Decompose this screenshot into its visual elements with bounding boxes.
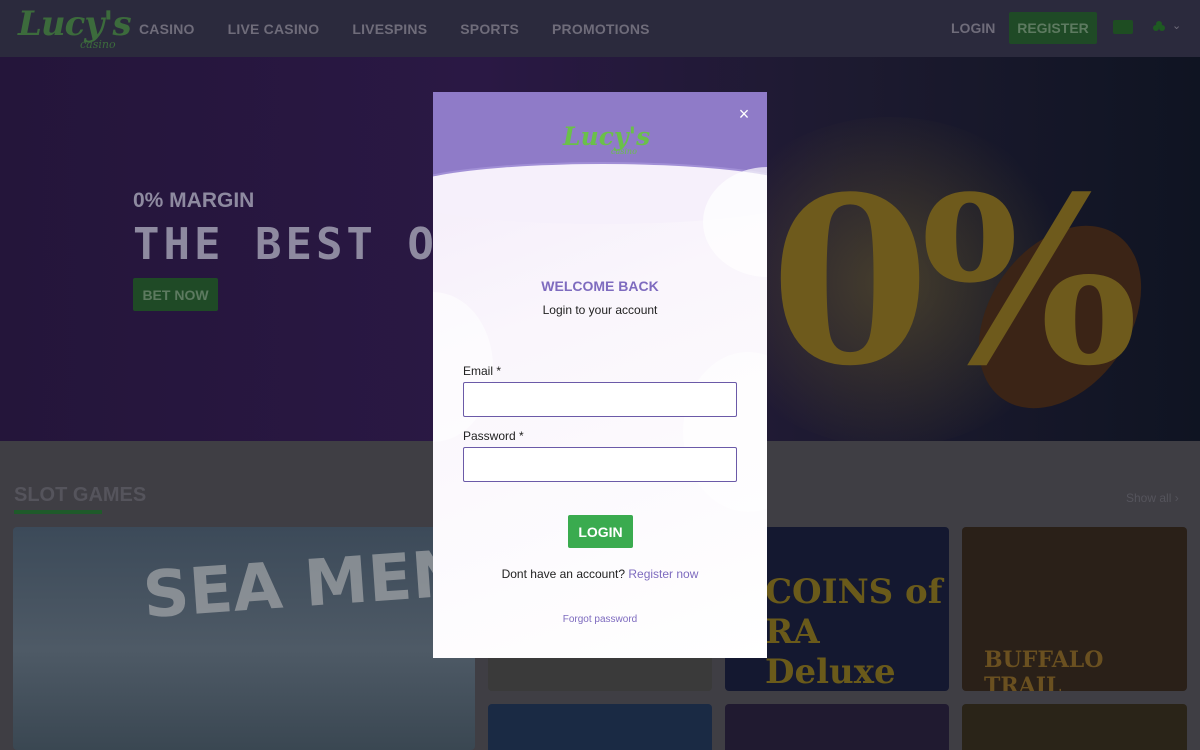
game-tile-buffalo-trail[interactable]: BUFFALO TRAIL <box>962 527 1187 691</box>
game-title: BUFFALO TRAIL <box>984 647 1104 691</box>
no-account-text: Dont have an account? <box>501 567 626 581</box>
logo-subtext: casino <box>80 38 116 51</box>
modal-logo-text: Lucy's <box>563 122 651 151</box>
email-label: Email * <box>463 364 502 378</box>
modal-heading: WELCOME BACK <box>541 278 659 294</box>
password-label: Password * <box>463 429 524 443</box>
modal-logo-subtext: casino <box>611 147 637 156</box>
login-modal: × Lucy's casino WELCOME BACK Login to yo… <box>433 92 767 658</box>
modal-subheading: Login to your account <box>542 303 658 317</box>
hero-subtitle: 0% MARGIN <box>133 189 255 212</box>
show-all-link[interactable]: Show all › <box>1126 491 1179 505</box>
register-prompt: Dont have an account? Register now <box>433 567 767 581</box>
section-title-underline <box>14 510 102 514</box>
header-register-button[interactable]: REGISTER <box>1009 12 1097 44</box>
site-header: Lucy's casino CASINO LIVE CASINO LIVESPI… <box>0 0 1200 57</box>
clover-icon[interactable] <box>1152 20 1166 34</box>
nav-promotions[interactable]: PROMOTIONS <box>552 21 650 37</box>
section-title: SLOT GAMES <box>14 484 147 506</box>
register-now-link[interactable]: Register now <box>628 567 698 581</box>
game-tile[interactable] <box>488 704 712 750</box>
forgot-password-link[interactable]: Forgot password <box>433 614 767 625</box>
hero-graphic-text: 0% <box>770 147 1139 417</box>
email-field[interactable] <box>463 382 737 417</box>
main-nav: CASINO LIVE CASINO LIVESPINS SPORTS PROM… <box>139 0 683 57</box>
game-tile[interactable] <box>725 704 949 750</box>
game-tile-sea-men[interactable]: SEA MEN <box>13 527 475 750</box>
nav-sports[interactable]: SPORTS <box>460 21 519 37</box>
nav-live-casino[interactable]: LIVE CASINO <box>228 21 320 37</box>
game-title: SEA MEN <box>140 536 468 634</box>
close-icon[interactable]: × <box>736 105 752 123</box>
nav-livespins[interactable]: LIVESPINS <box>352 21 427 37</box>
site-logo[interactable]: Lucy's casino <box>18 4 132 54</box>
chevron-down-icon[interactable]: ⌄ <box>1172 19 1181 32</box>
game-tile[interactable] <box>962 704 1187 750</box>
game-title: COINS of RA Deluxe <box>765 572 943 691</box>
nav-casino[interactable]: CASINO <box>139 21 195 37</box>
modal-logo: Lucy's casino <box>563 122 650 162</box>
password-field[interactable] <box>463 447 737 482</box>
decorative-bubble <box>683 352 767 512</box>
bet-now-button[interactable]: BET NOW <box>133 278 218 311</box>
header-login-link[interactable]: LOGIN <box>951 20 995 36</box>
flag-icon[interactable] <box>1113 20 1133 34</box>
login-button[interactable]: LOGIN <box>568 515 633 548</box>
